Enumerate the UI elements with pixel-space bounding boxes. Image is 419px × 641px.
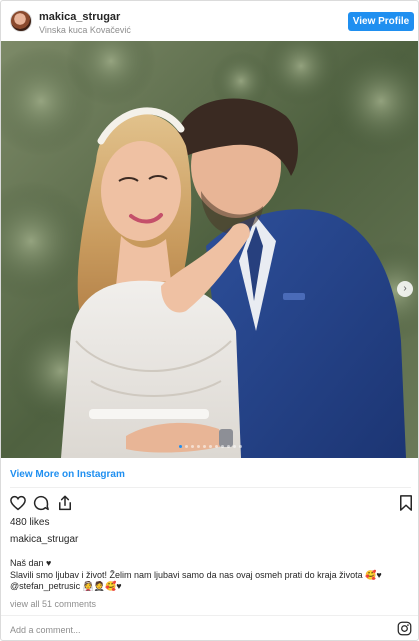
view-profile-button[interactable]: View Profile bbox=[348, 12, 414, 31]
heart-icon[interactable] bbox=[9, 494, 27, 512]
caption-line: @stefan_petrusic 👰🤵🥰♥ bbox=[10, 581, 122, 591]
carousel-dot bbox=[239, 445, 242, 448]
carousel-dots bbox=[179, 445, 242, 449]
carousel-dot bbox=[179, 445, 182, 448]
view-more-link[interactable]: View More on Instagram bbox=[10, 469, 125, 480]
carousel-dot bbox=[197, 445, 200, 448]
comment-icon[interactable] bbox=[32, 494, 50, 512]
carousel-dot bbox=[221, 445, 224, 448]
carousel-dot bbox=[209, 445, 212, 448]
instagram-logo-icon[interactable] bbox=[397, 621, 412, 636]
carousel-dot bbox=[227, 445, 230, 448]
carousel-dot bbox=[233, 445, 236, 448]
location[interactable]: Vinska kuca Kovačević bbox=[39, 25, 131, 35]
carousel-dot bbox=[185, 445, 188, 448]
post-photo[interactable]: › bbox=[1, 41, 418, 458]
caption-line: Slavili smo ljubav i život! Želim nam lj… bbox=[10, 569, 382, 580]
divider bbox=[1, 615, 418, 616]
share-icon[interactable] bbox=[56, 494, 74, 512]
add-comment-input[interactable]: Add a comment... bbox=[10, 625, 81, 635]
post-header: makica_strugar Vinska kuca Kovačević Vie… bbox=[1, 1, 418, 41]
instagram-embed: makica_strugar Vinska kuca Kovačević Vie… bbox=[0, 0, 419, 641]
like-count[interactable]: 480 likes bbox=[10, 517, 49, 528]
username[interactable]: makica_strugar bbox=[39, 11, 120, 23]
photo-illustration bbox=[1, 41, 418, 458]
avatar[interactable] bbox=[10, 10, 32, 32]
caption-line: Naš dan ♥ bbox=[10, 558, 52, 568]
view-comments-link[interactable]: view all 51 comments bbox=[10, 599, 96, 609]
post-owner[interactable]: makica_strugar bbox=[10, 534, 78, 545]
carousel-dot bbox=[191, 445, 194, 448]
carousel-dot bbox=[215, 445, 218, 448]
bookmark-icon[interactable] bbox=[397, 494, 415, 512]
divider bbox=[10, 487, 411, 488]
next-slide-icon[interactable]: › bbox=[397, 281, 413, 297]
caption: Naš dan ♥ Slavili smo ljubav i život! Že… bbox=[10, 558, 411, 593]
carousel-dot bbox=[203, 445, 206, 448]
